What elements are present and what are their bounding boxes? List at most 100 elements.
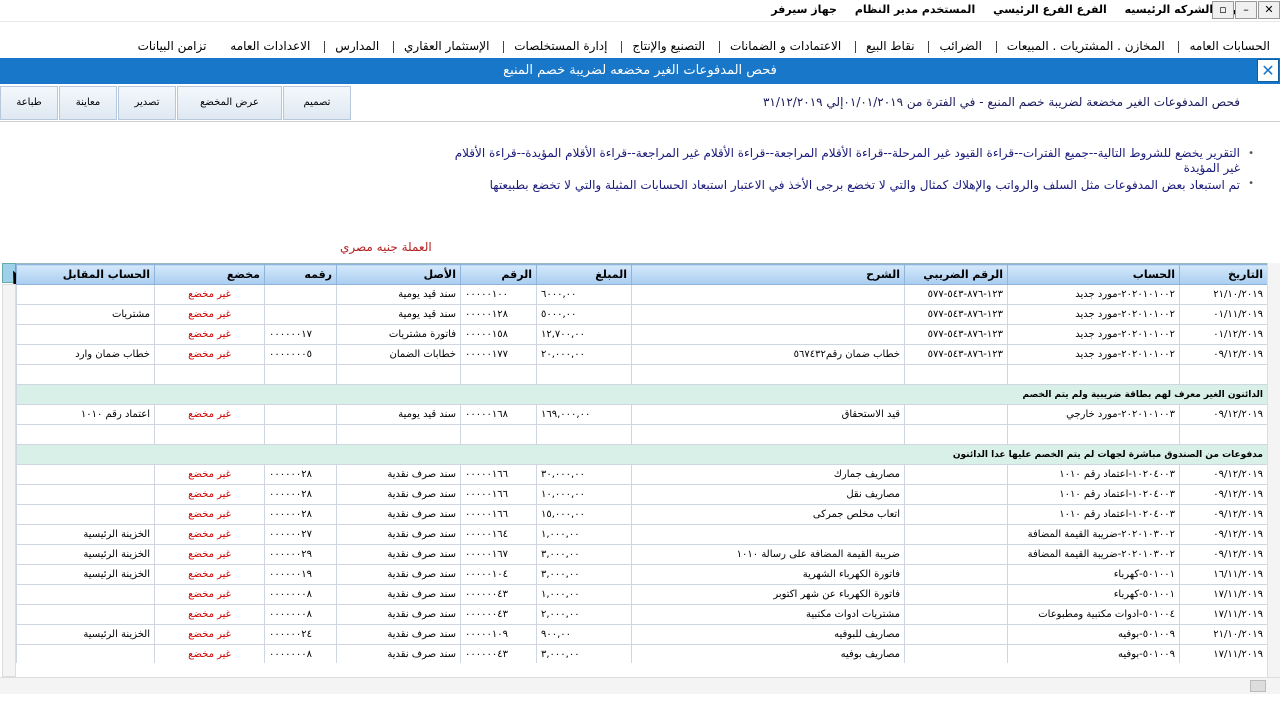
table-row[interactable]: ١٧/١١/٢٠١٩ ٥٠١٠٠٩-بوفيه مصاريف بوفيه ٣,٠٠٠,… [16,644,1267,663]
table-row[interactable]: ٠٩/١٢/٢٠١٩ ٢٠٢٠١٠١٠٠٢-مورد جديد ١٢٣-٨٧٦-٥٤… [16,344,1267,365]
menu-general-accounts[interactable]: الحسابات العامه [1179,36,1280,56]
form-header: فحص المدفوعات الغير مخضعه لضريبة خصم الم… [0,58,1280,84]
form-title: فحص المدفوعات الغير مخضعه لضريبة خصم الم… [503,63,777,78]
close-window-button[interactable]: ✕ [1258,1,1280,19]
show-taxable-button[interactable]: عرض المخضع [177,86,282,120]
window-title: الشركة الشركه الرئيسيه الفرع الفرع الرئي… [757,3,1256,16]
col-description-cell: مصاريف نقل [631,484,905,505]
menu-taxes[interactable]: الضرائب [929,36,991,56]
left-scrollbar[interactable] [2,284,16,677]
col-source-cell: سند صرف نقدية [336,564,461,585]
menu-schools[interactable]: المدارس [325,36,389,56]
col-amount-cell: ١٠,٠٠٠,٠٠ [536,484,632,505]
col-counter-account-header[interactable]: الحساب المقابل [16,264,155,285]
col-date-cell: ٢١/١٠/٢٠١٩ [1179,624,1267,645]
group-row[interactable]: مدفوعات من الصندوق مباشرة لجهات لم يتم ا… [16,444,1267,465]
col-tax-number-cell: ١٢٣-٨٧٦-٥٤٣-٥٧٧ [904,344,1008,365]
col-source-number-cell: ٠٠٠٠٠٠١٧ [264,324,337,345]
col-counter-account-cell: خطاب ضمان وارد [16,344,155,365]
export-button[interactable]: تصدير [118,86,176,120]
col-date-header[interactable]: التاريخ [1179,264,1267,285]
col-taxable-header[interactable]: مخضع [154,264,265,285]
close-form-button[interactable]: ✕ [1257,59,1279,82]
col-source-cell: سند صرف نقدية [336,504,461,525]
empty-cell [16,424,155,445]
empty-row[interactable] [16,364,1267,385]
col-account-cell: ١٠٢٠٤٠٠٣-اعتماد رقم ١٠١٠ [1007,504,1180,525]
col-amount-cell: ٣,٠٠٠,٠٠ [536,644,632,663]
restore-button[interactable]: ▫ [1212,1,1234,19]
table-row[interactable]: ٠٩/١٢/٢٠١٩ ١٠٢٠٤٠٠٣-اعتماد رقم ١٠١٠ مصاريف… [16,464,1267,485]
col-amount-cell: ٣,٠٠٠,٠٠ [536,544,632,565]
col-source-cell: سند صرف نقدية [336,484,461,505]
col-source-number-header[interactable]: رقمه [264,264,337,285]
col-number-cell: ٠٠٠٠٠١٥٨ [460,324,537,345]
empty-cell [631,424,905,445]
col-source-header[interactable]: الأصل [336,264,461,285]
table-row[interactable]: ٢١/١٠/٢٠١٩ ٢٠٢٠١٠١٠٠٢-مورد جديد ١٢٣-٨٧٦-٥٤… [16,284,1267,305]
col-source-cell: سند صرف نقدية [336,644,461,663]
menu-real-estate[interactable]: الإستثمار العقاري [394,36,499,56]
col-description-cell [631,324,905,345]
menu-bar: الحسابات العامه المخازن . المشتريات . ال… [0,36,1280,58]
empty-cell [904,364,1008,385]
col-taxable-cell: غير مخضع [154,484,265,505]
menu-pos[interactable]: نقاط البيع [856,36,925,56]
scroll-thumb[interactable] [1250,680,1266,692]
print-button[interactable]: طباعة [0,86,58,120]
table-row[interactable]: ٠٩/١٢/٢٠١٩ ٢٠٢٠١٠٣٠٠٢-ضريبة القيمة المضاف… [16,544,1267,565]
col-source-number-cell [264,404,337,425]
right-scrollbar[interactable] [1267,263,1280,677]
col-description-cell [631,524,905,545]
table-row[interactable]: ١٧/١١/٢٠١٩ ٥٠١٠٠١-كهرباء فاتورة الكهرباء ع… [16,584,1267,605]
col-description-cell [631,284,905,305]
col-amount-cell: ٥٠٠٠,٠٠ [536,304,632,325]
col-amount-header[interactable]: المبلغ [536,264,632,285]
empty-row[interactable] [16,424,1267,445]
preview-button[interactable]: معاينة [59,86,117,120]
col-amount-cell: ١٥,٠٠٠,٠٠ [536,504,632,525]
col-counter-account-cell [16,464,155,485]
table-row[interactable]: ٠٩/١٢/٢٠١٩ ٢٠٢٠١٠٣٠٠٢-ضريبة القيمة المضاف… [16,524,1267,545]
menu-credits[interactable]: الاعتمادات و الضمانات [720,36,851,56]
table-row[interactable]: ٠١/١٢/٢٠١٩ ٢٠٢٠١٠١٠٠٢-مورد جديد ١٢٣-٨٧٦-٥٤… [16,324,1267,345]
group-label: مدفوعات من الصندوق مباشرة لجهات لم يتم ا… [16,444,1267,465]
empty-cell [460,424,537,445]
col-date-cell: ٠٩/١٢/٢٠١٩ [1179,464,1267,485]
col-taxable-cell: غير مخضع [154,624,265,645]
menu-sync[interactable]: تزامن البيانات [128,36,217,56]
col-account-header[interactable]: الحساب [1007,264,1180,285]
col-counter-account-cell: اعتماد رقم ١٠١٠ [16,404,155,425]
col-counter-account-cell: الخزينة الرئيسية [16,564,155,585]
col-source-number-cell: ٠٠٠٠٠٠٠٨ [264,584,337,605]
col-date-cell: ٠١/١١/٢٠١٩ [1179,304,1267,325]
col-source-cell: سند صرف نقدية [336,544,461,565]
col-taxable-cell: غير مخضع [154,324,265,345]
table-row[interactable]: ٢١/١٠/٢٠١٩ ٥٠١٠٠٩-بوفيه مصاريف للبوفيه ٩٠٠,… [16,624,1267,645]
col-source-cell: خطابات الضمان [336,344,461,365]
col-source-number-cell: ٠٠٠٠٠٠٢٧ [264,524,337,545]
col-amount-cell: ٣٠,٠٠٠,٠٠ [536,464,632,485]
horizontal-scrollbar[interactable] [0,677,1280,694]
menu-inventory[interactable]: المخازن . المشتريات . المبيعات [997,36,1175,56]
menu-settings[interactable]: الاعدادات العامه [220,36,320,56]
col-description-cell [631,304,905,325]
report-notes: التقرير يخضع للشروط التالية--جميع الفترا… [440,146,1240,195]
menu-manufacturing[interactable]: التصنيع والإنتاج [622,36,715,56]
table-row[interactable]: ١٧/١١/٢٠١٩ ٥٠١٠٠٤-ادوات مكتبية ومطبوعات مش… [16,604,1267,625]
table-row[interactable]: ٠١/١١/٢٠١٩ ٢٠٢٠١٠١٠٠٢-مورد جديد ١٢٣-٨٧٦-٥٤… [16,304,1267,325]
minimize-button[interactable]: – [1235,1,1257,19]
col-tax-number-header[interactable]: الرقم الضريبي [904,264,1008,285]
col-taxable-cell: غير مخضع [154,344,265,365]
table-row[interactable]: ٠٩/١٢/٢٠١٩ ١٠٢٠٤٠٠٣-اعتماد رقم ١٠١٠ اتعاب … [16,504,1267,525]
group-row[interactable]: الدائنون الغير معرف لهم بطاقة ضريبية ولم… [16,384,1267,405]
col-source-number-cell: ٠٠٠٠٠٠٠٨ [264,644,337,663]
table-row[interactable]: ٠٩/١٢/٢٠١٩ ٢٠٢٠١٠١٠٠٣-مورد خارجي قيد الاست… [16,404,1267,425]
design-button[interactable]: تصميم [283,86,351,120]
col-description-header[interactable]: الشرح [631,264,905,285]
table-row[interactable]: ٠٩/١٢/٢٠١٩ ١٠٢٠٤٠٠٣-اعتماد رقم ١٠١٠ مصاريف… [16,484,1267,505]
col-number-header[interactable]: الرقم [460,264,537,285]
menu-extracts[interactable]: إدارة المستخلصات [504,36,617,56]
col-taxable-cell: غير مخضع [154,304,265,325]
table-row[interactable]: ١٦/١١/٢٠١٩ ٥٠١٠٠١-كهرباء فاتورة الكهرباء ا… [16,564,1267,585]
